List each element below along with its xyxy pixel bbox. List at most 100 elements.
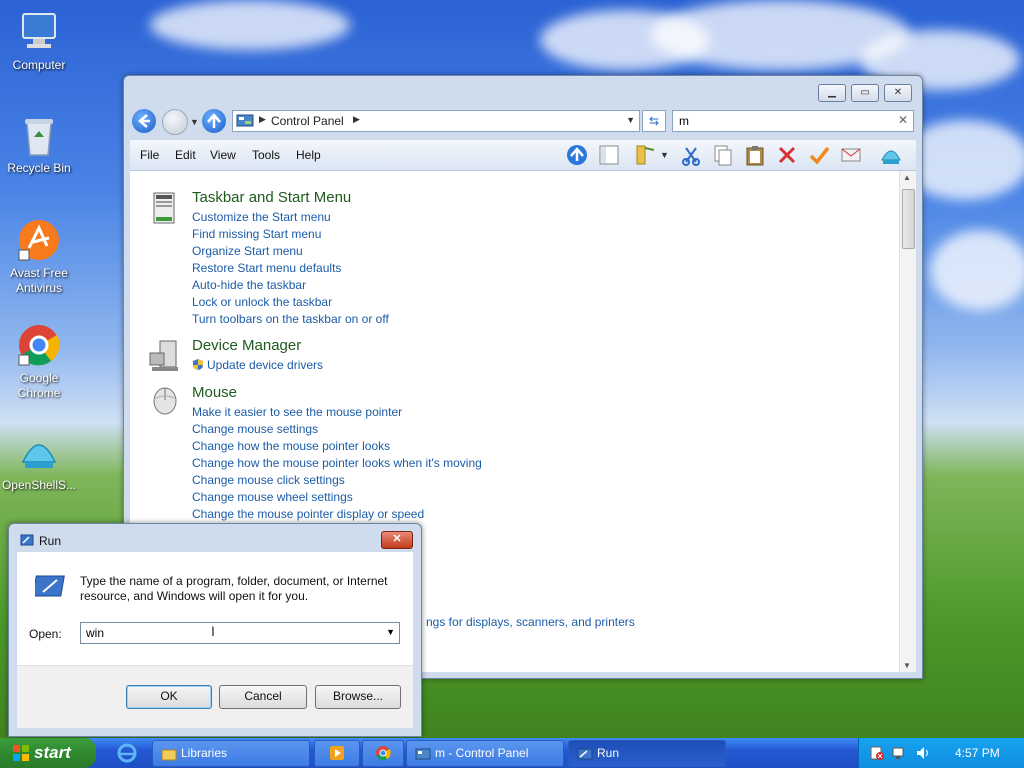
close-button[interactable]: ✕ <box>884 84 912 102</box>
ok-button[interactable]: OK <box>126 685 212 709</box>
maximize-button[interactable]: ▭ <box>851 84 879 102</box>
menu-tools[interactable]: Tools <box>252 148 280 162</box>
media-player-icon <box>330 746 344 760</box>
up-folder-icon[interactable] <box>566 144 588 166</box>
scroll-down-icon[interactable]: ▼ <box>903 661 911 670</box>
open-input[interactable]: win <box>86 626 104 640</box>
task-link[interactable]: Turn toolbars on the taskbar on or off <box>192 311 389 328</box>
task-link[interactable]: Auto-hide the taskbar <box>192 277 389 294</box>
desktop-icon-recycle-bin[interactable]: Recycle Bin <box>0 113 78 176</box>
menu-help[interactable]: Help <box>296 148 321 162</box>
email-icon[interactable] <box>840 144 862 166</box>
task-media-player[interactable] <box>314 740 360 767</box>
copy-icon[interactable] <box>712 144 734 166</box>
search-input[interactable]: m <box>679 114 689 128</box>
address-dropdown-icon[interactable]: ▼ <box>626 115 635 125</box>
run-icon <box>577 748 593 760</box>
chrome-icon <box>17 323 61 367</box>
openshell-icon <box>17 430 61 474</box>
category-title[interactable]: Mouse <box>192 384 482 401</box>
task-link[interactable]: Lock or unlock the taskbar <box>192 294 389 311</box>
uac-shield-icon <box>193 359 203 370</box>
category-title[interactable]: Device Manager <box>192 337 323 354</box>
up-button[interactable] <box>202 109 226 133</box>
task-control-panel[interactable]: m - Control Panel <box>406 740 564 767</box>
browse-button[interactable]: Browse... <box>315 685 401 709</box>
task-link[interactable]: Make it easier to see the mouse pointer <box>192 404 482 421</box>
paste-icon[interactable] <box>744 144 766 166</box>
dialog-title: Run <box>39 534 62 548</box>
dialog-footer: OK Cancel Browse... <box>17 665 413 728</box>
task-link[interactable]: Change how the mouse pointer looks when … <box>192 455 482 472</box>
search-box[interactable]: m ✕ <box>672 110 914 132</box>
menu-file[interactable]: File <box>140 148 159 162</box>
breadcrumb-arrow-icon[interactable]: ▶ <box>353 114 360 125</box>
action-center-alert-icon[interactable] <box>869 745 885 761</box>
task-link[interactable]: Change mouse settings <box>192 421 482 438</box>
clear-search-icon[interactable]: ✕ <box>898 113 908 127</box>
desktop-icon-avast[interactable]: Avast Free Antivirus <box>0 218 78 296</box>
task-link[interactable]: Find missing Start menu <box>192 226 389 243</box>
task-link[interactable]: Update device drivers <box>192 357 323 374</box>
text-cursor-icon: I <box>211 623 215 639</box>
desktop-icon-chrome[interactable]: Google Chrome <box>0 323 78 401</box>
volume-icon[interactable] <box>915 745 931 761</box>
task-link[interactable]: Change how the mouse pointer looks <box>192 438 482 455</box>
openshell-settings-icon[interactable] <box>880 144 902 166</box>
category-title[interactable]: Taskbar and Start Menu <box>192 189 389 206</box>
mouse-icon <box>153 387 177 415</box>
task-link[interactable]: Change mouse wheel settings <box>192 489 482 506</box>
task-link[interactable]: Organize Start menu <box>192 243 389 260</box>
control-panel-icon <box>415 748 431 760</box>
scroll-thumb[interactable] <box>902 189 915 249</box>
scroll-up-icon[interactable]: ▲ <box>903 173 911 182</box>
folder-icon <box>161 749 177 761</box>
desktop-icon-openshell[interactable]: OpenShellS... <box>0 430 78 493</box>
cancel-button[interactable]: Cancel <box>219 685 307 709</box>
device-manager-icon <box>149 340 178 371</box>
recent-pages-dropdown-icon[interactable]: ▼ <box>190 117 199 127</box>
task-link[interactable]: Restore Start menu defaults <box>192 260 389 277</box>
desktop-icon-label: Google Chrome <box>17 371 61 400</box>
address-field[interactable]: ▶ Control Panel ▶ ▼ <box>232 110 640 132</box>
task-libraries[interactable]: Libraries <box>152 740 310 767</box>
minimize-button[interactable]: ▁ <box>818 84 846 102</box>
delete-icon[interactable] <box>776 144 798 166</box>
task-label: m - Control Panel <box>435 746 529 760</box>
vertical-scrollbar[interactable]: ▲ ▼ <box>899 171 916 672</box>
clock[interactable]: 4:57 PM <box>955 746 1000 760</box>
desktop-icon-label: Computer <box>12 58 66 72</box>
task-link[interactable]: Change mouse click settings <box>192 472 482 489</box>
dialog-body: Type the name of a program, folder, docu… <box>17 552 413 728</box>
computer-icon <box>17 10 61 54</box>
category-taskbar-start-menu: Taskbar and Start Menu Customize the Sta… <box>192 189 389 328</box>
properties-check-icon[interactable] <box>808 144 830 166</box>
internet-explorer-icon[interactable] <box>117 743 137 763</box>
folders-pane-icon[interactable] <box>598 144 620 166</box>
start-button[interactable]: start <box>0 738 96 768</box>
cut-icon[interactable] <box>680 144 702 166</box>
task-run[interactable]: Run <box>568 740 726 767</box>
menu-edit[interactable]: Edit <box>175 148 196 162</box>
up-arrow-icon <box>207 113 221 128</box>
view-dropdown-icon[interactable]: ▼ <box>660 150 669 160</box>
run-description: Type the name of a program, folder, docu… <box>80 574 388 603</box>
open-label: Open: <box>29 627 62 641</box>
desktop-icon-computer[interactable]: Computer <box>0 10 78 73</box>
close-button[interactable]: ✕ <box>381 531 413 549</box>
task-link[interactable]: Change the mouse pointer display or spee… <box>192 506 482 523</box>
open-combobox[interactable]: win I ▼ <box>80 622 400 644</box>
address-bar-row: ▼ ▶ Control Panel ▶ ▼ ⇆ m ✕ <box>132 108 914 136</box>
view-mode-icon[interactable] <box>634 144 656 166</box>
back-button[interactable] <box>132 109 156 133</box>
network-icon[interactable] <box>891 745 907 761</box>
open-dropdown-icon[interactable]: ▼ <box>386 627 395 637</box>
refresh-button[interactable]: ⇆ <box>642 110 666 132</box>
task-chrome[interactable] <box>362 740 404 767</box>
breadcrumb-control-panel[interactable]: Control Panel <box>271 114 344 128</box>
menu-view[interactable]: View <box>210 148 236 162</box>
task-link-partial[interactable]: ngs for displays, scanners, and printers <box>426 614 635 631</box>
task-link[interactable]: Customize the Start menu <box>192 209 389 226</box>
forward-button[interactable] <box>162 109 188 135</box>
breadcrumb-arrow-icon[interactable]: ▶ <box>259 114 266 125</box>
